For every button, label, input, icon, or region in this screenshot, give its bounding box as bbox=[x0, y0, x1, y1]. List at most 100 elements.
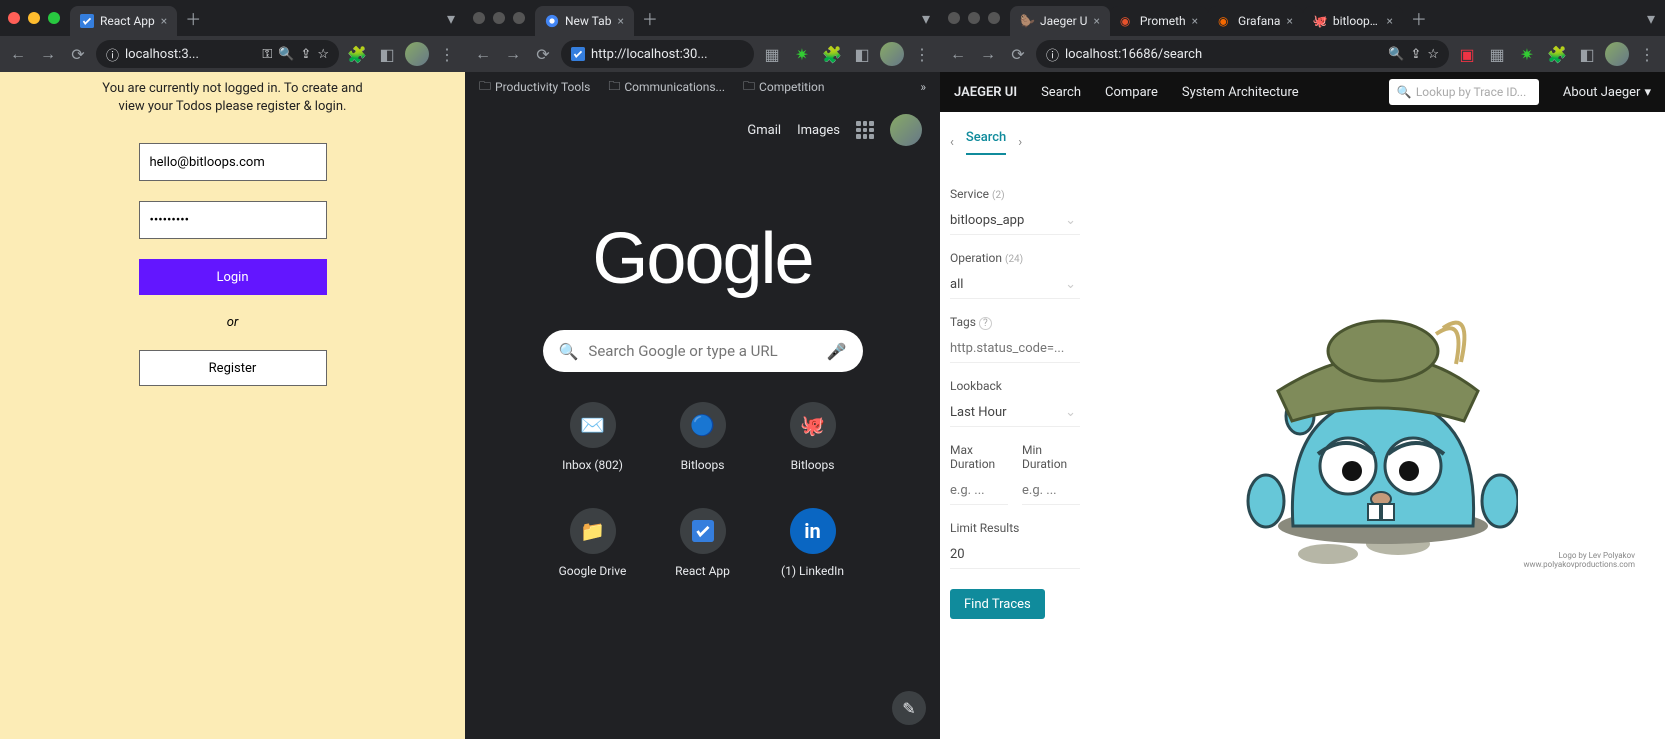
password-field[interactable] bbox=[139, 201, 327, 239]
min-duration-input[interactable] bbox=[1022, 477, 1080, 505]
forward-button[interactable]: → bbox=[501, 42, 525, 66]
find-traces-button[interactable]: Find Traces bbox=[950, 589, 1045, 619]
service-select[interactable]: bitloops_app⌄ bbox=[950, 207, 1080, 235]
limit-input[interactable] bbox=[950, 541, 1080, 569]
sidepanel-icon[interactable]: ◧ bbox=[375, 42, 399, 66]
forward-button[interactable]: → bbox=[976, 42, 1000, 66]
lookback-select[interactable]: Last Hour⌄ bbox=[950, 399, 1080, 427]
omnibox[interactable]: http://localhost:30... bbox=[561, 40, 754, 68]
customize-button[interactable]: ✎ bbox=[892, 691, 926, 725]
browser-tab-grafana[interactable]: ◉ Grafana × bbox=[1208, 6, 1303, 36]
minimize-window-icon[interactable] bbox=[28, 12, 40, 24]
google-apps-icon[interactable] bbox=[856, 121, 874, 139]
nav-search[interactable]: Search bbox=[1041, 85, 1081, 100]
tab-list-chevron-icon[interactable]: ▾ bbox=[437, 9, 465, 28]
shortcut-item[interactable]: 🔵Bitloops bbox=[648, 402, 758, 502]
menu-icon[interactable]: ⋮ bbox=[910, 42, 934, 66]
omnibox[interactable]: ⓘ localhost:3... ⚿ 🔍 ⇪ ☆ bbox=[96, 40, 339, 68]
extension-icon[interactable]: ▣ bbox=[1455, 42, 1479, 66]
extension-icon[interactable]: ✷ bbox=[1515, 42, 1539, 66]
extensions-icon[interactable]: 🧩 bbox=[345, 42, 369, 66]
nav-compare[interactable]: Compare bbox=[1105, 85, 1158, 100]
profile-avatar-large[interactable] bbox=[890, 114, 922, 146]
browser-tab[interactable]: React App × bbox=[70, 6, 177, 36]
sidepanel-icon[interactable]: ◧ bbox=[1575, 42, 1599, 66]
operation-select[interactable]: all⌄ bbox=[950, 271, 1080, 299]
star-icon[interactable]: ☆ bbox=[1427, 47, 1439, 62]
close-window-icon[interactable] bbox=[8, 12, 20, 24]
about-menu[interactable]: About Jaeger ▾ bbox=[1563, 85, 1651, 100]
shortcut-item[interactable]: 📁Google Drive bbox=[538, 508, 648, 608]
tab-list-chevron-icon[interactable]: ▾ bbox=[1637, 9, 1665, 28]
profile-avatar[interactable] bbox=[880, 42, 904, 66]
bookmark-folder[interactable]: 🗀Productivity Tools bbox=[479, 77, 590, 98]
back-button[interactable]: ← bbox=[6, 42, 30, 66]
shortcut-item[interactable]: in(1) LinkedIn bbox=[758, 508, 868, 608]
voice-search-icon[interactable]: 🎤 bbox=[827, 342, 847, 361]
close-tab-icon[interactable]: × bbox=[1286, 14, 1292, 28]
minimize-window-icon[interactable] bbox=[968, 12, 980, 24]
menu-icon[interactable]: ⋮ bbox=[1635, 42, 1659, 66]
subtab-next-icon[interactable]: › bbox=[1018, 135, 1022, 150]
close-tab-icon[interactable]: × bbox=[1192, 14, 1198, 28]
translate-icon[interactable]: ▦ bbox=[760, 42, 784, 66]
browser-tab-github[interactable]: 🐙 bitloops/ × bbox=[1303, 6, 1403, 36]
reload-button[interactable]: ⟳ bbox=[531, 42, 555, 66]
extension-icon[interactable]: ▦ bbox=[1485, 42, 1509, 66]
menu-icon[interactable]: ⋮ bbox=[435, 42, 459, 66]
close-tab-icon[interactable]: × bbox=[617, 14, 623, 28]
bookmark-folder[interactable]: 🗀Communications... bbox=[608, 77, 725, 98]
bookmark-folder[interactable]: 🗀Competition bbox=[743, 77, 824, 98]
email-field[interactable] bbox=[139, 143, 327, 181]
close-tab-icon[interactable]: × bbox=[161, 14, 167, 28]
shortcut-item[interactable]: ✉️Inbox (802) bbox=[538, 402, 648, 502]
new-tab-button[interactable]: ＋ bbox=[1403, 6, 1435, 30]
browser-tab-prometheus[interactable]: ◉ Prometh × bbox=[1110, 6, 1208, 36]
sidepanel-icon[interactable]: ◧ bbox=[850, 42, 874, 66]
subtab-prev-icon[interactable]: ‹ bbox=[950, 135, 954, 150]
shortcut-item[interactable]: React App bbox=[648, 508, 758, 608]
tags-input[interactable] bbox=[950, 335, 1080, 363]
max-duration-input[interactable] bbox=[950, 477, 1008, 505]
star-icon[interactable]: ☆ bbox=[317, 47, 329, 62]
share-icon[interactable]: ⇪ bbox=[1410, 47, 1421, 62]
nav-architecture[interactable]: System Architecture bbox=[1182, 85, 1299, 100]
tab-list-chevron-icon[interactable]: ▾ bbox=[912, 9, 940, 28]
extensions-icon[interactable]: 🧩 bbox=[1545, 42, 1569, 66]
login-button[interactable]: Login bbox=[139, 259, 327, 295]
gmail-link[interactable]: Gmail bbox=[747, 123, 781, 138]
extensions-icon[interactable]: 🧩 bbox=[820, 42, 844, 66]
register-button[interactable]: Register bbox=[139, 350, 327, 386]
login-form: Login or Register bbox=[139, 143, 327, 386]
close-window-icon[interactable] bbox=[948, 12, 960, 24]
new-tab-button[interactable]: ＋ bbox=[177, 6, 209, 30]
back-button[interactable]: ← bbox=[946, 42, 970, 66]
extension-icon[interactable]: ✷ bbox=[790, 42, 814, 66]
shortcut-item[interactable]: 🐙Bitloops bbox=[758, 402, 868, 502]
new-tab-button[interactable]: ＋ bbox=[634, 6, 666, 30]
maximize-window-icon[interactable] bbox=[48, 12, 60, 24]
bookmark-overflow-chevron-icon[interactable]: » bbox=[920, 80, 926, 94]
share-icon[interactable]: ⇪ bbox=[300, 47, 311, 62]
close-tab-icon[interactable]: × bbox=[1386, 14, 1392, 28]
trace-lookup-input[interactable]: 🔍 Lookup by Trace ID... bbox=[1389, 79, 1539, 105]
close-tab-icon[interactable]: × bbox=[1093, 14, 1099, 28]
maximize-window-icon[interactable] bbox=[513, 12, 525, 24]
reload-button[interactable]: ⟳ bbox=[66, 42, 90, 66]
folder-icon: 🗀 bbox=[743, 77, 755, 98]
back-button[interactable]: ← bbox=[471, 42, 495, 66]
search-input[interactable] bbox=[588, 342, 816, 360]
omnibox[interactable]: ⓘ localhost:16686/search 🔍 ⇪ ☆ bbox=[1036, 40, 1449, 68]
forward-button[interactable]: → bbox=[36, 42, 60, 66]
images-link[interactable]: Images bbox=[797, 123, 840, 138]
subtab-search[interactable]: Search bbox=[966, 130, 1006, 155]
close-window-icon[interactable] bbox=[473, 12, 485, 24]
reload-button[interactable]: ⟳ bbox=[1006, 42, 1030, 66]
profile-avatar[interactable] bbox=[1605, 42, 1629, 66]
browser-tab-jaeger[interactable]: 🦫 Jaeger U × bbox=[1010, 6, 1110, 36]
profile-avatar[interactable] bbox=[405, 42, 429, 66]
search-box[interactable]: 🔍 🎤 bbox=[543, 330, 863, 372]
minimize-window-icon[interactable] bbox=[493, 12, 505, 24]
browser-tab[interactable]: New Tab × bbox=[535, 6, 634, 36]
maximize-window-icon[interactable] bbox=[988, 12, 1000, 24]
